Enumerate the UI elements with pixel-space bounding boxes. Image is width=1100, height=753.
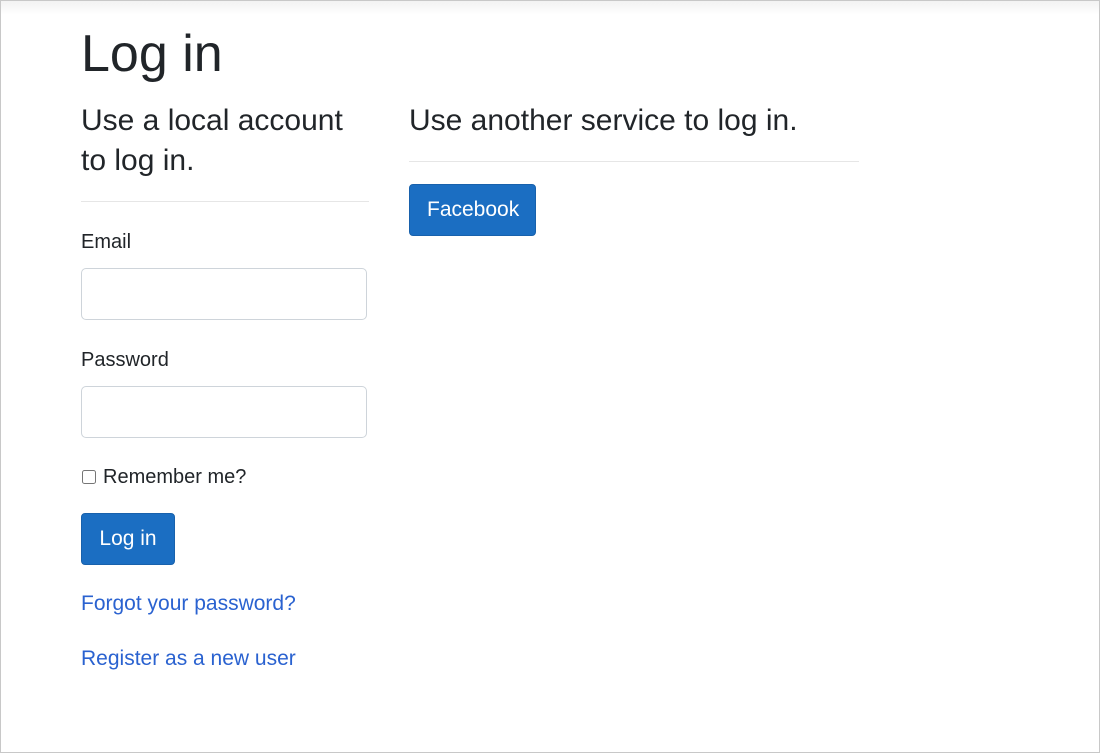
external-login-divider	[409, 161, 859, 162]
facebook-login-button[interactable]: Facebook	[409, 184, 536, 236]
remember-me-row: Remember me?	[81, 465, 369, 489]
email-label: Email	[81, 231, 132, 253]
email-field[interactable]	[81, 268, 367, 320]
login-button[interactable]: Log in	[81, 513, 175, 565]
top-shadow	[1, 1, 1099, 15]
external-login-section: Use another service to log in. Facebook	[409, 101, 859, 236]
local-account-divider	[81, 201, 369, 202]
password-label: Password	[81, 349, 169, 371]
password-field[interactable]	[81, 386, 367, 438]
remember-me-checkbox[interactable]	[82, 470, 96, 484]
local-account-heading: Use a local account to log in.	[81, 104, 343, 177]
page-title: Log in	[81, 25, 223, 83]
local-account-section: Use a local account to log in. Email Pas…	[81, 101, 369, 672]
page-frame: Log in Use a local account to log in. Em…	[0, 0, 1100, 753]
forgot-password-link[interactable]: Forgot your password?	[81, 591, 369, 617]
remember-me-label[interactable]: Remember me?	[103, 465, 246, 489]
register-link[interactable]: Register as a new user	[81, 646, 369, 672]
external-login-heading: Use another service to log in.	[409, 104, 798, 137]
